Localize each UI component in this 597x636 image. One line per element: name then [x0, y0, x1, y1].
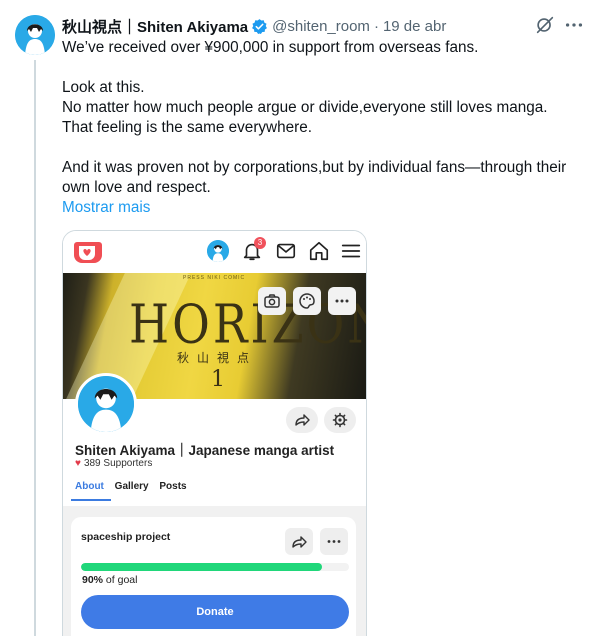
- verified-badge-icon[interactable]: [251, 18, 268, 35]
- author-handle[interactable]: @shiten_room: [272, 18, 370, 35]
- goal-percent: 90% of goal: [82, 574, 137, 586]
- app-header: 3: [63, 231, 366, 273]
- tweet-line: And it was proven not by corporations,bu…: [62, 159, 567, 176]
- banner-more-button[interactable]: [328, 287, 356, 315]
- goal-percent-value: 90%: [82, 574, 104, 586]
- tweet-line: No matter how much people argue or divid…: [62, 99, 548, 116]
- banner-volume: 1: [211, 367, 225, 392]
- palette-button[interactable]: [293, 287, 321, 315]
- goal-progress-fill: [81, 563, 323, 571]
- tweet-header: 秋山視点｜Shiten Akiyama @shiten_room · 19 de…: [62, 16, 446, 36]
- app-logo-icon: [73, 239, 103, 265]
- mail-icon[interactable]: [275, 240, 297, 262]
- goal-percent-suffix: of goal: [103, 574, 138, 586]
- profile-name: Shiten Akiyama｜Japanese manga artist: [75, 443, 335, 458]
- donate-button[interactable]: Donate: [81, 595, 349, 629]
- more-icon: [327, 540, 341, 543]
- goal-title: spaceship project: [81, 531, 171, 543]
- profile-share-button[interactable]: [286, 407, 318, 433]
- goal-progress-bar: [81, 563, 349, 571]
- author-name[interactable]: 秋山視点｜Shiten Akiyama: [62, 16, 248, 37]
- gear-icon: [332, 412, 348, 428]
- supporters-count: ♥ 389 Supporters: [75, 458, 152, 469]
- show-more-link[interactable]: Mostrar mais: [62, 198, 587, 218]
- camera-button[interactable]: [258, 287, 286, 315]
- share-icon: [295, 414, 310, 426]
- profile-avatar[interactable]: [75, 373, 137, 435]
- more-options-icon[interactable]: [563, 14, 585, 36]
- menu-icon[interactable]: [340, 240, 362, 262]
- banner-small-text: PRESS NIKI COMIC: [183, 275, 246, 281]
- active-tab-indicator: [71, 499, 111, 501]
- grok-icon[interactable]: [534, 14, 556, 36]
- banner-kanji: 秋山視点: [177, 351, 258, 365]
- tweet-line-break: [62, 138, 587, 158]
- author-avatar[interactable]: [15, 15, 55, 55]
- more-icon: [335, 299, 349, 303]
- tweet-line-break: [62, 58, 587, 78]
- camera-icon: [264, 294, 280, 308]
- tweet-text: We’ve received over ¥900,000 in support …: [62, 38, 587, 218]
- tweet-media-image[interactable]: 3 PRESS NIKI COMIC HORIZON 秋山視点 1 Shiten…: [62, 230, 367, 636]
- app-avatar[interactable]: [207, 240, 229, 262]
- tab-about[interactable]: About: [75, 481, 104, 492]
- tab-posts[interactable]: Posts: [159, 481, 186, 492]
- home-icon[interactable]: [308, 240, 330, 262]
- heart-icon: ♥: [75, 458, 81, 469]
- notification-badge: 3: [254, 237, 266, 249]
- palette-icon: [299, 293, 315, 309]
- tweet-date[interactable]: 19 de abr: [383, 18, 446, 35]
- header-separator: ·: [373, 17, 379, 35]
- profile-tabs: About Gallery Posts: [75, 481, 195, 492]
- thread-line: [34, 60, 36, 636]
- share-icon: [292, 536, 307, 548]
- tab-gallery[interactable]: Gallery: [115, 481, 149, 492]
- tweet-line: own love and respect.: [62, 179, 211, 196]
- avatar-illustration: [15, 15, 55, 55]
- tweet-line: Look at this.: [62, 79, 145, 96]
- tweet-line: We’ve received over ¥900,000 in support …: [62, 39, 479, 56]
- goal-share-button[interactable]: [285, 528, 313, 555]
- supporters-text: 389 Supporters: [83, 458, 153, 469]
- tweet-line: That feeling is the same everywhere.: [62, 119, 312, 136]
- goal-more-button[interactable]: [320, 528, 348, 555]
- profile-settings-button[interactable]: [324, 407, 356, 433]
